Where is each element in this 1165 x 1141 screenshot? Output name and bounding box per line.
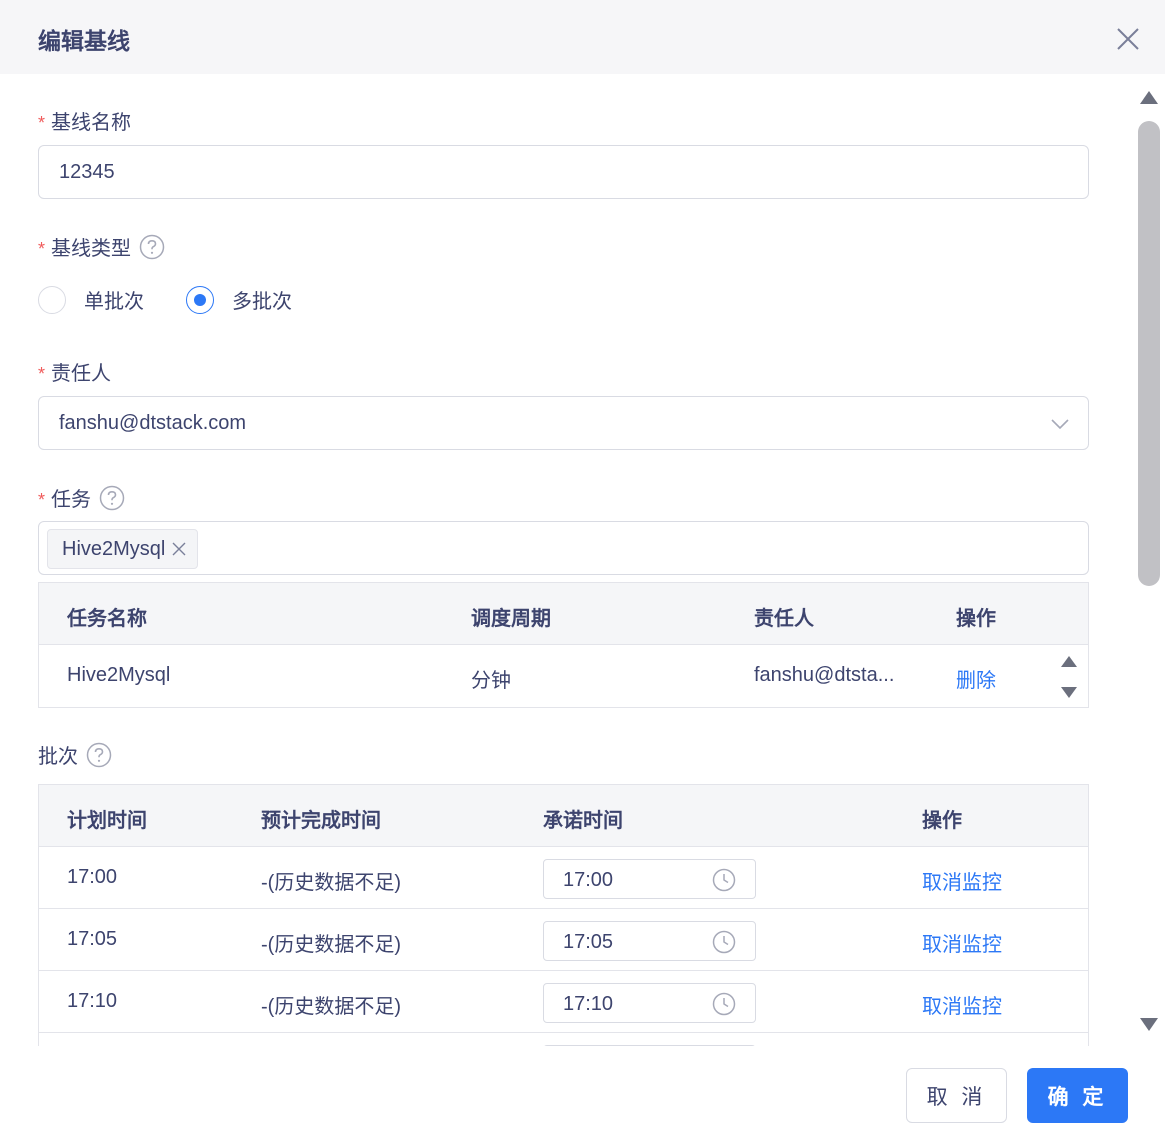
close-icon[interactable]	[1114, 25, 1142, 53]
vertical-scrollbar[interactable]	[1131, 74, 1165, 1046]
help-icon[interactable]	[86, 742, 112, 768]
scroll-down-arrow-icon[interactable]	[1139, 1016, 1159, 1032]
task-name-cell: Hive2Mysql	[67, 664, 171, 686]
col-action: 操作	[956, 608, 996, 630]
col-promise-time: 承诺时间	[543, 810, 623, 832]
chevron-down-icon[interactable]	[1050, 414, 1070, 434]
dialog-body: * 基线名称 12345 * 基线类型 单批次 多批次 * 责任人 fanshu…	[0, 74, 1165, 1046]
baseline-type-label: * 基线类型	[38, 232, 165, 261]
promise-time-value[interactable]: 17:05	[563, 931, 613, 954]
estimate-cell: -(历史数据不足)	[261, 934, 401, 956]
promise-time-picker[interactable]: 17:00	[543, 859, 756, 899]
clock-icon[interactable]	[712, 930, 736, 954]
delete-link[interactable]: 删除	[956, 664, 996, 693]
dialog-title: 编辑基线	[38, 28, 130, 54]
promise-time-picker[interactable]: 17:05	[543, 921, 756, 961]
radio-circle[interactable]	[38, 285, 66, 314]
table-row-partial	[39, 1033, 1088, 1046]
table-row: 17:00 -(历史数据不足) 17:00 取消监控	[39, 847, 1088, 909]
owner-select[interactable]: fanshu@dtstack.com	[38, 396, 1089, 450]
cycle-cell: 分钟	[471, 670, 511, 692]
baseline-name-input[interactable]: 12345	[38, 145, 1089, 199]
plan-time-cell: 17:05	[67, 928, 118, 950]
required-mark: *	[38, 364, 46, 384]
cancel-monitor-link[interactable]: 取消监控	[922, 928, 1002, 957]
col-plan-time: 计划时间	[67, 810, 147, 832]
confirm-button[interactable]: 确 定	[1027, 1068, 1128, 1123]
baseline-name-value[interactable]: 12345	[59, 161, 115, 184]
owner-label: * 责任人	[38, 363, 112, 385]
col-estimate-time: 预计完成时间	[261, 810, 381, 832]
baseline-name-label: * 基线名称	[38, 112, 132, 134]
plan-time-cell: 17:00	[67, 866, 118, 888]
required-mark: *	[38, 490, 46, 510]
task-table: 任务名称 调度周期 责任人 操作 Hive2Mysql 分钟 fanshu@dt…	[38, 582, 1089, 708]
owner-value: fanshu@dtstack.com	[59, 412, 247, 434]
task-tag: Hive2Mysql	[47, 529, 199, 569]
cancel-button[interactable]: 取 消	[906, 1068, 1007, 1123]
batch-table-header: 计划时间 预计完成时间 承诺时间 操作	[39, 785, 1088, 847]
radio-circle-checked[interactable]	[186, 285, 214, 314]
scrollbar-thumb[interactable]	[1138, 121, 1160, 586]
batch-label: 批次	[38, 740, 112, 769]
estimate-cell: -(历史数据不足)	[261, 872, 401, 894]
scroll-up-arrow-icon[interactable]	[1060, 655, 1078, 669]
task-table-header: 任务名称 调度周期 责任人 操作	[39, 583, 1088, 645]
promise-time-picker[interactable]: 17:10	[543, 983, 756, 1023]
col-batch-action: 操作	[922, 810, 962, 832]
promise-time-value[interactable]: 17:00	[563, 869, 613, 892]
owner-cell: fanshu@dtsta...	[754, 664, 895, 686]
dialog-header: 编辑基线	[0, 0, 1165, 74]
table-row: 17:05 -(历史数据不足) 17:05 取消监控	[39, 909, 1088, 971]
clock-icon[interactable]	[712, 868, 736, 892]
help-icon[interactable]	[139, 234, 165, 260]
batch-table: 计划时间 预计完成时间 承诺时间 操作 17:00 -(历史数据不足) 17:0…	[38, 784, 1089, 1046]
promise-time-value[interactable]: 17:10	[563, 993, 613, 1016]
col-task-name: 任务名称	[67, 608, 147, 630]
radio-single-batch[interactable]: 单批次	[38, 285, 144, 314]
dialog-footer: 取 消 确 定	[0, 1046, 1165, 1141]
scroll-down-arrow-icon[interactable]	[1060, 685, 1078, 699]
plan-time-cell: 17:10	[67, 990, 118, 1012]
tag-close-icon[interactable]	[171, 541, 187, 557]
table-row: Hive2Mysql 分钟 fanshu@dtsta... 删除	[39, 645, 1088, 707]
col-owner: 责任人	[754, 608, 814, 630]
estimate-cell: -(历史数据不足)	[261, 996, 401, 1018]
clock-icon[interactable]	[712, 992, 736, 1016]
col-cycle: 调度周期	[471, 608, 551, 630]
task-select[interactable]: Hive2Mysql	[38, 521, 1089, 575]
scroll-up-arrow-icon[interactable]	[1139, 90, 1159, 106]
required-mark: *	[38, 113, 46, 133]
help-icon[interactable]	[99, 485, 125, 511]
table-row: 17:10 -(历史数据不足) 17:10 取消监控	[39, 971, 1088, 1033]
cancel-monitor-link[interactable]: 取消监控	[922, 990, 1002, 1019]
radio-multi-batch[interactable]: 多批次	[186, 285, 292, 314]
cancel-monitor-link[interactable]: 取消监控	[922, 866, 1002, 895]
task-label: * 任务	[38, 483, 125, 512]
required-mark: *	[38, 239, 46, 259]
